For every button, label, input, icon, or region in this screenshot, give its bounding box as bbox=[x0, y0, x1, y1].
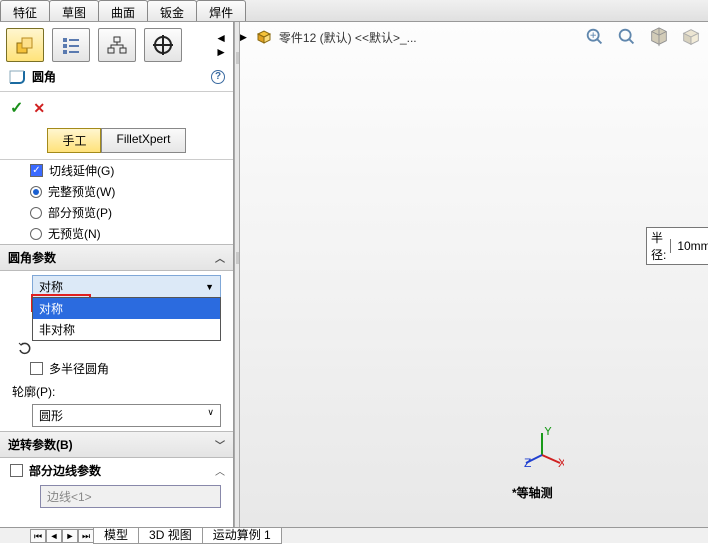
radio-on-icon bbox=[30, 186, 42, 198]
reverse-icon bbox=[18, 340, 34, 356]
partial-edge-header[interactable]: ✓ 部分边线参数 ︿ bbox=[0, 458, 233, 483]
list-icon bbox=[61, 35, 81, 55]
checkbox-off-icon: ✓ bbox=[10, 464, 23, 477]
radio-off-icon bbox=[30, 228, 42, 240]
tab-sheetmetal[interactable]: 钣金 bbox=[147, 0, 197, 21]
zoom-fit-icon[interactable] bbox=[584, 26, 606, 48]
no-preview-label: 无预览(N) bbox=[48, 225, 101, 242]
bottom-tab-3dview[interactable]: 3D 视图 bbox=[138, 528, 203, 544]
cancel-button[interactable]: ✕ bbox=[33, 100, 45, 117]
main-area: ◄ ► 圆角 ? ✓ ✕ 手工 FilletXpert ✓ 切线延伸(G) bbox=[0, 22, 708, 527]
multi-radius-label: 多半径圆角 bbox=[49, 360, 109, 377]
svg-text:X: X bbox=[558, 456, 564, 467]
radius-value[interactable]: 10mm bbox=[670, 239, 708, 253]
tab-nav-last[interactable]: ⏭ bbox=[78, 529, 94, 543]
chevron-down-icon: ▼ bbox=[205, 282, 214, 292]
full-preview-label: 完整预览(W) bbox=[48, 183, 115, 200]
fillet-params-label: 圆角参数 bbox=[8, 249, 56, 266]
symmetry-dropdown-list: 对称 非对称 bbox=[32, 297, 221, 341]
filletxpert-mode-button[interactable]: FilletXpert bbox=[101, 128, 185, 153]
help-icon[interactable]: ? bbox=[211, 70, 225, 84]
radio-off-icon bbox=[30, 207, 42, 219]
feature-manager-tab[interactable] bbox=[6, 28, 44, 62]
zoom-area-icon[interactable] bbox=[616, 26, 638, 48]
radius-label: 半径: bbox=[647, 229, 670, 263]
tangent-propagation-row[interactable]: ✓ 切线延伸(G) bbox=[0, 160, 233, 181]
view-orient-icon[interactable] bbox=[680, 26, 702, 48]
manager-tab-row: ◄ ► bbox=[0, 22, 233, 62]
orientation-label: *等轴测 bbox=[512, 484, 553, 501]
multi-radius-row[interactable]: ✓ 多半径圆角 bbox=[0, 358, 233, 379]
property-manager: ◄ ► 圆角 ? ✓ ✕ 手工 FilletXpert ✓ 切线延伸(G) bbox=[0, 22, 234, 527]
edge-selection-box[interactable]: 边线<1> bbox=[40, 485, 221, 508]
dropdown-opt-symmetric[interactable]: 对称 bbox=[33, 298, 220, 319]
partial-edge-label: 部分边线参数 bbox=[29, 462, 101, 479]
tab-surface[interactable]: 曲面 bbox=[98, 0, 148, 21]
checkbox-off-icon: ✓ bbox=[30, 362, 43, 375]
mode-row: 手工 FilletXpert bbox=[0, 124, 233, 159]
tab-sketch[interactable]: 草图 bbox=[49, 0, 99, 21]
chevron-up-icon: ︿ bbox=[215, 463, 225, 478]
tab-nav-prev[interactable]: ◄ bbox=[46, 529, 62, 543]
profile-dropdown[interactable]: 圆形 ∨ bbox=[32, 404, 221, 427]
ok-cancel-row: ✓ ✕ bbox=[0, 92, 233, 124]
chevron-down-icon: ∨ bbox=[207, 407, 214, 424]
section-view-icon[interactable] bbox=[648, 26, 670, 48]
panel-nav-right[interactable]: ► bbox=[215, 45, 227, 59]
reverse-params-header[interactable]: 逆转参数(B) ﹀ bbox=[0, 431, 233, 458]
tab-nav-next[interactable]: ► bbox=[62, 529, 78, 543]
symmetry-dropdown[interactable]: 对称 ▼ 对称 非对称 bbox=[32, 275, 221, 298]
manual-mode-button[interactable]: 手工 bbox=[47, 128, 101, 153]
partial-preview-label: 部分预览(P) bbox=[48, 204, 112, 221]
no-preview-row[interactable]: 无预览(N) bbox=[0, 223, 233, 244]
feature-tree-icon bbox=[15, 35, 35, 55]
symmetry-selected: 对称 bbox=[39, 278, 63, 295]
svg-text:Z: Z bbox=[524, 456, 531, 467]
checkbox-on-icon: ✓ bbox=[30, 164, 43, 177]
viewport-header: ▶ 零件12 (默认) <<默认>_... bbox=[234, 26, 708, 48]
bottom-tab-motion[interactable]: 运动算例 1 bbox=[202, 528, 282, 544]
graphics-viewport[interactable]: ▶ 零件12 (默认) <<默认>_... bbox=[234, 22, 708, 527]
tab-features[interactable]: 特征 bbox=[0, 0, 50, 21]
panel-nav: ◄ ► bbox=[215, 31, 227, 59]
command-manager-tabs: 特征 草图 曲面 钣金 焊件 bbox=[0, 0, 708, 22]
radius-callout[interactable]: 半径: 10mm bbox=[646, 227, 708, 265]
panel-splitter[interactable] bbox=[234, 22, 240, 527]
bottom-tab-bar: ⏮ ◄ ► ⏭ 模型 3D 视图 运动算例 1 bbox=[0, 527, 708, 543]
feature-header: 圆角 ? bbox=[0, 62, 233, 92]
panel-nav-left[interactable]: ◄ bbox=[215, 31, 227, 45]
tangent-label: 切线延伸(G) bbox=[49, 162, 114, 179]
heads-up-toolbar bbox=[584, 26, 702, 48]
flyout-tree-arrow[interactable]: ▶ bbox=[240, 32, 247, 43]
tab-weldment[interactable]: 焊件 bbox=[196, 0, 246, 21]
profile-value: 圆形 bbox=[39, 407, 63, 424]
orientation-triad[interactable]: Y X Z bbox=[524, 427, 564, 467]
chevron-down-icon: ﹀ bbox=[215, 437, 225, 452]
tab-nav: ⏮ ◄ ► ⏭ bbox=[30, 529, 94, 543]
reverse-direction-row[interactable] bbox=[0, 338, 233, 358]
full-preview-row[interactable]: 完整预览(W) bbox=[0, 181, 233, 202]
reverse-params-label: 逆转参数(B) bbox=[8, 436, 73, 453]
bottom-tab-model[interactable]: 模型 bbox=[93, 528, 139, 544]
feature-title: 圆角 bbox=[32, 68, 56, 85]
part-icon bbox=[255, 29, 273, 45]
property-manager-tab[interactable] bbox=[52, 28, 90, 62]
fillet-params-header[interactable]: 圆角参数 ︿ bbox=[0, 244, 233, 271]
svg-text:Y: Y bbox=[544, 427, 552, 438]
tab-nav-first[interactable]: ⏮ bbox=[30, 529, 46, 543]
hierarchy-icon bbox=[107, 35, 127, 55]
config-manager-tab[interactable] bbox=[98, 28, 136, 62]
profile-label: 轮廓(P): bbox=[12, 383, 221, 400]
dim-manager-tab[interactable] bbox=[144, 28, 182, 62]
fillet-icon bbox=[8, 69, 26, 85]
options-scroll[interactable]: ✓ 切线延伸(G) 完整预览(W) 部分预览(P) 无预览(N) 圆角参数 ︿ bbox=[0, 159, 233, 527]
crosshair-icon bbox=[153, 35, 173, 55]
dropdown-opt-asymmetric[interactable]: 非对称 bbox=[33, 319, 220, 340]
chevron-up-icon: ︿ bbox=[215, 250, 225, 265]
ok-button[interactable]: ✓ bbox=[10, 98, 23, 118]
partial-preview-row[interactable]: 部分预览(P) bbox=[0, 202, 233, 223]
document-title: 零件12 (默认) <<默认>_... bbox=[279, 29, 417, 46]
